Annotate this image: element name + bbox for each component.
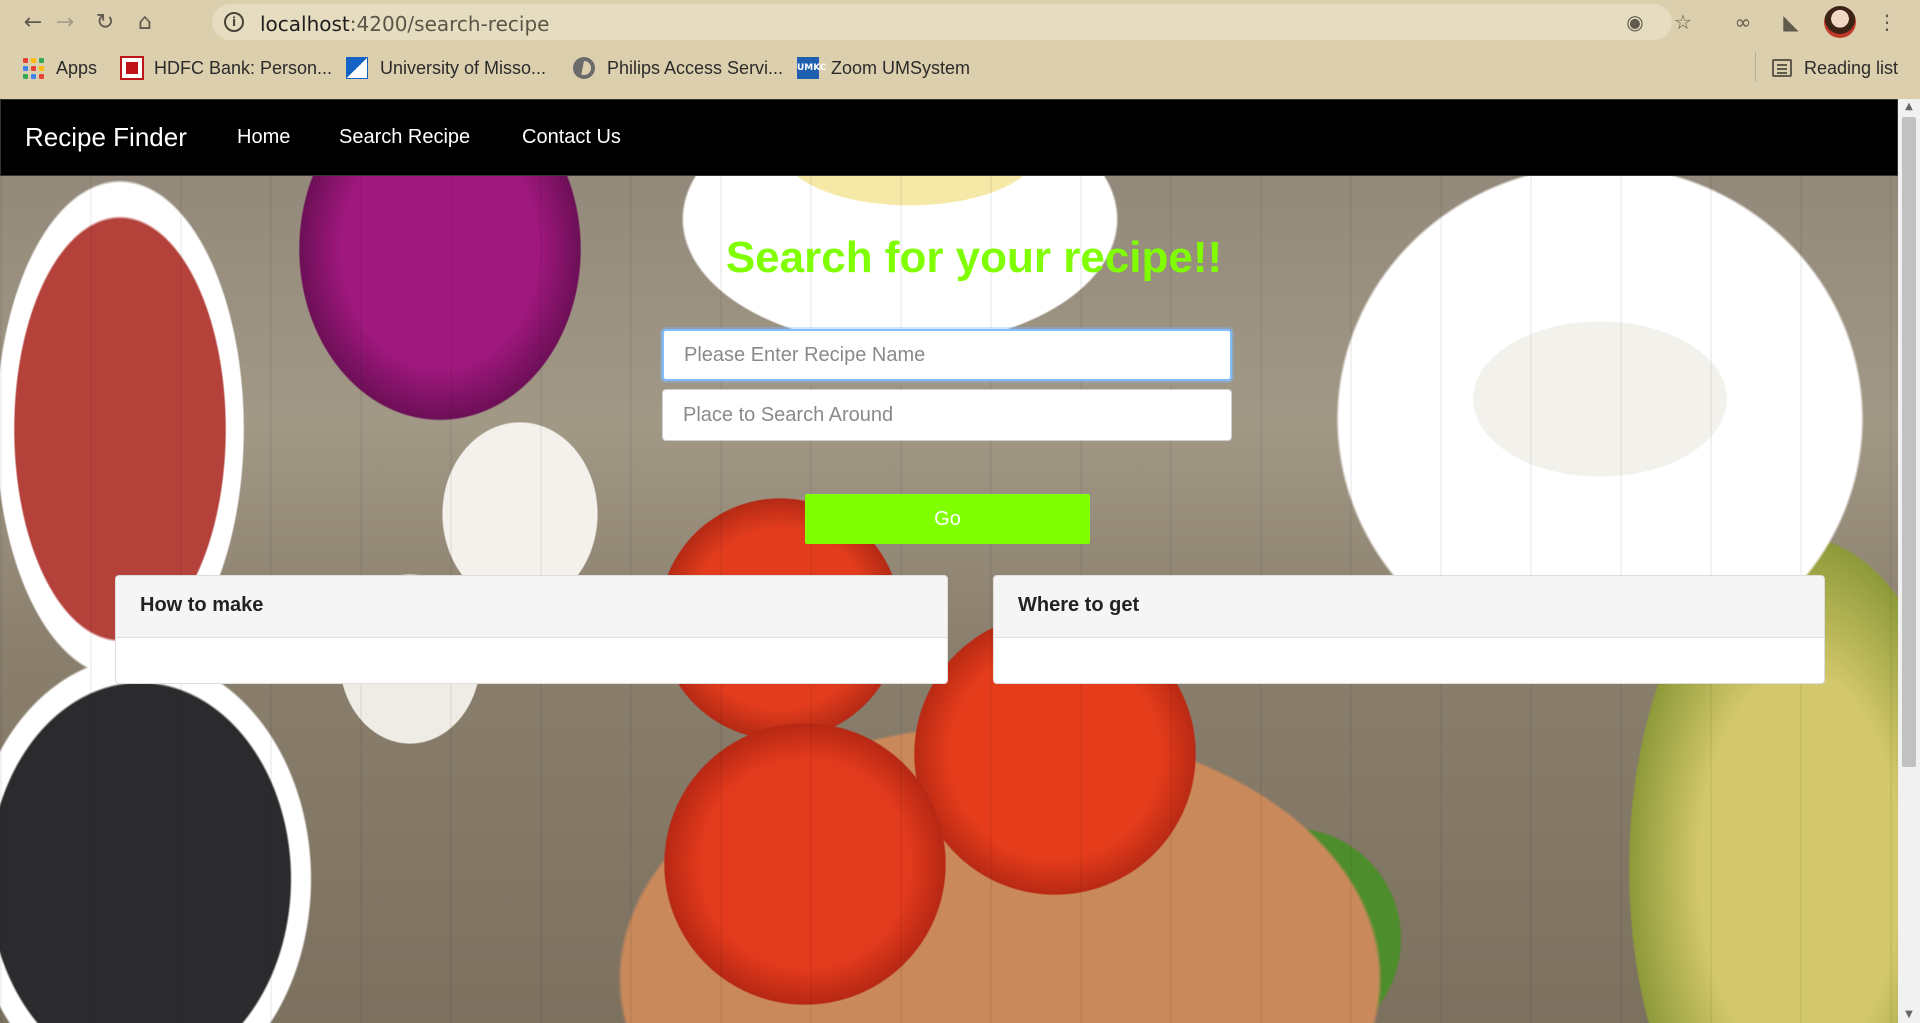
vertical-scrollbar[interactable]: ▲ ▼ [1898,99,1920,1023]
recipe-name-input[interactable] [662,329,1232,381]
hdfc-logo-icon [120,56,144,80]
info-icon[interactable]: i [224,12,244,32]
reading-list-label: Reading list [1804,57,1899,78]
star-icon[interactable]: ☆ [1668,7,1698,37]
home-icon[interactable]: ⌂ [130,7,160,37]
forward-icon[interactable]: → [50,7,80,37]
scroll-thumb[interactable] [1902,117,1916,767]
avatar[interactable] [1824,6,1856,38]
scroll-down-icon[interactable]: ▼ [1898,1007,1920,1023]
back-icon[interactable]: ← [18,7,48,37]
bookmark-label: HDFC Bank: Person... [154,57,333,78]
bookmark-philips[interactable]: Philips Access Servi... [573,56,783,80]
card-header: How to make [116,576,947,638]
page-viewport: Recipe Finder Home Search Recipe Contact… [0,99,1920,1023]
scroll-up-icon[interactable]: ▲ [1898,99,1920,115]
reload-icon[interactable]: ↻ [90,7,120,37]
browser-chrome: ← → ↻ ⌂ i localhost:4200/search-recipe ◉… [0,0,1920,99]
tracking-blocked-icon[interactable]: ◉ [1620,7,1650,37]
nav-link-contact-us[interactable]: Contact Us [522,126,621,149]
url-text[interactable]: localhost:4200/search-recipe [260,12,549,36]
reading-list-icon [1772,59,1792,77]
nav-link-home[interactable]: Home [237,126,290,149]
page-title: Search for your recipe!! [725,233,1223,282]
place-search-input[interactable] [662,389,1232,441]
apps-grid-icon [22,57,44,79]
where-to-get-card: Where to get [993,575,1825,684]
address-bar[interactable]: i localhost:4200/search-recipe [212,4,1672,40]
extension-icon[interactable]: ∞ [1728,7,1758,37]
bookmarks-divider [1755,52,1756,82]
go-button[interactable]: Go [805,494,1090,544]
browser-toolbar: ← → ↻ ⌂ i localhost:4200/search-recipe ◉… [0,0,1920,44]
bookmark-label: University of Misso... [380,57,547,78]
brand-link[interactable]: Recipe Finder [25,122,187,153]
bookmark-zoom[interactable]: UMKC Zoom UMSystem [797,56,970,80]
umkc-logo-icon: UMKC [797,57,826,79]
bookmark-label: Philips Access Servi... [607,57,784,78]
nav-link-search-recipe[interactable]: Search Recipe [339,126,470,149]
bookmark-label: Zoom UMSystem [831,57,971,78]
top-navbar: Recipe Finder Home Search Recipe Contact… [0,99,1898,176]
globe-icon [573,57,595,79]
bookmark-label: Apps [56,57,98,78]
how-to-make-card: How to make [115,575,948,684]
puzzle-icon[interactable]: ◣ [1776,7,1806,37]
card-header: Where to get [994,576,1824,638]
bookmark-university[interactable]: University of Misso... [346,56,546,80]
university-logo-icon [346,57,368,79]
bookmark-apps[interactable]: Apps [22,56,97,80]
bookmark-hdfc[interactable]: HDFC Bank: Person... [120,56,333,80]
bookmarks-bar: Apps HDFC Bank: Person... University of … [0,52,1920,84]
reading-list-button[interactable]: Reading list [1772,56,1898,80]
kebab-menu-icon[interactable]: ⋮ [1872,7,1902,37]
